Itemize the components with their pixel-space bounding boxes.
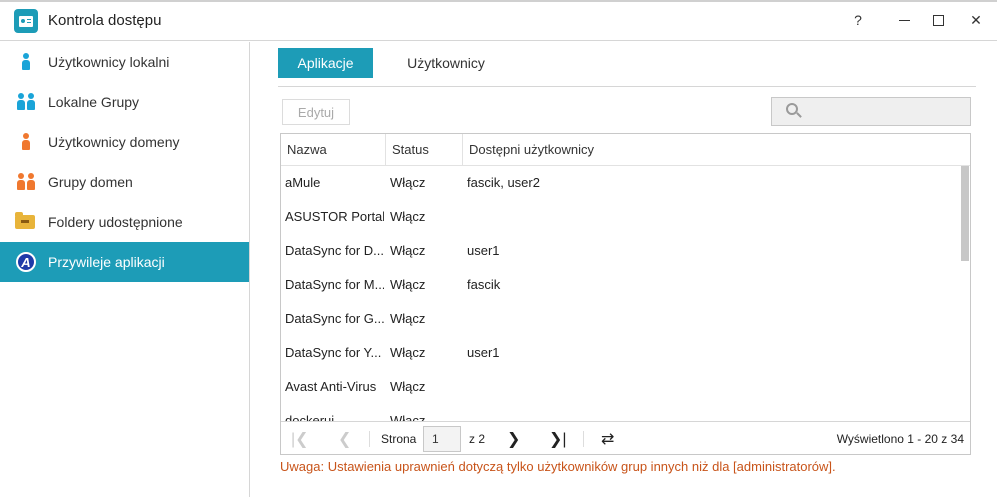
cell-users: user1 (467, 243, 500, 258)
minimize-icon (898, 19, 910, 21)
maximize-button[interactable] (923, 8, 953, 32)
cell-status: Włącz (390, 243, 426, 258)
sidebar-item-label: Przywileje aplikacji (48, 254, 165, 270)
sidebar-item-label: Grupy domen (48, 174, 133, 190)
title-bar: Kontrola dostępu ? ✕ (0, 0, 997, 41)
sidebar: Użytkownicy lokalni Lokalne Grupy Użytko… (0, 42, 250, 497)
pager-info: Wyświetlono 1 - 20 z 34 (836, 431, 964, 446)
table-row[interactable]: ASUSTOR Portal Włącz (281, 200, 956, 234)
local-user-icon (14, 51, 38, 73)
cell-users (467, 302, 947, 336)
previous-page-icon[interactable]: ❮ (338, 422, 351, 454)
sidebar-item-label: Lokalne Grupy (48, 94, 140, 110)
page-number-input[interactable]: 1 (423, 426, 461, 452)
page-total-label: z 2 (469, 431, 486, 446)
close-icon: ✕ (970, 11, 982, 28)
cell-users: user1 (467, 345, 500, 360)
close-button[interactable]: ✕ (961, 8, 991, 32)
first-page-icon[interactable]: |❮ (291, 422, 309, 454)
access-control-app-icon (14, 9, 38, 33)
cell-status: Włącz (390, 345, 426, 360)
cell-name: DataSync for D... (285, 243, 384, 258)
help-button[interactable]: ? (843, 8, 873, 32)
minimize-button[interactable] (889, 8, 919, 32)
pager-divider (369, 431, 370, 447)
sidebar-item-local-groups[interactable]: Lokalne Grupy (0, 82, 249, 122)
cell-name: DataSync for M... (285, 277, 384, 292)
domain-group-icon (14, 171, 38, 193)
table-row[interactable]: DataSync for M... Włącz fascik (281, 268, 956, 302)
cell-name: DataSync for G... (285, 311, 384, 326)
cell-name: DataSync for Y... (285, 345, 382, 360)
search-input[interactable] (771, 97, 971, 126)
column-header-name[interactable]: Nazwa (281, 134, 386, 166)
cell-users: fascik (467, 277, 501, 292)
sidebar-item-shared-folders[interactable]: Foldery udostępnione (0, 202, 249, 242)
shared-folder-icon (14, 211, 38, 233)
sidebar-item-label: Użytkownicy lokalni (48, 54, 170, 70)
table-row[interactable]: DataSync for Y... Włącz user1 (281, 336, 956, 370)
sidebar-item-label: Foldery udostępnione (48, 214, 183, 230)
permission-warning: Uwaga: Ustawienia uprawnień dotyczą tylk… (280, 459, 836, 474)
table-row[interactable]: aMule Włącz fascik, user2 (281, 166, 956, 200)
help-icon: ? (854, 12, 862, 28)
pager-divider (583, 431, 584, 447)
table-row[interactable]: DataSync for G... Włącz (281, 302, 956, 336)
sidebar-item-domain-groups[interactable]: Grupy domen (0, 162, 249, 202)
cell-users: fascik, user2 (467, 175, 540, 190)
column-header-status[interactable]: Status (386, 134, 463, 166)
window-title: Kontrola dostępu (48, 12, 162, 29)
cell-status: Włącz (390, 311, 426, 326)
domain-user-icon (14, 131, 38, 153)
table-header: Nazwa Status Dostępni użytkownicy (281, 134, 970, 166)
cell-status: Włącz (390, 379, 426, 394)
edit-button[interactable]: Edytuj (282, 99, 350, 125)
cell-users (467, 370, 947, 404)
pagination-bar: |❮ ❮ Strona 1 z 2 ❯ ❯| ⇄ Wyświetlono 1 -… (281, 421, 970, 454)
scrollbar-thumb[interactable] (961, 166, 969, 261)
refresh-icon[interactable]: ⇄ (601, 422, 614, 454)
sidebar-item-label: Użytkownicy domeny (48, 134, 180, 150)
next-page-icon[interactable]: ❯ (507, 422, 520, 454)
cell-name: ASUSTOR Portal (285, 209, 384, 224)
cell-status: Włącz (390, 277, 426, 292)
tab-divider (278, 86, 976, 87)
search-icon (786, 103, 802, 119)
cell-status: Włącz (390, 175, 426, 190)
tab-applications[interactable]: Aplikacje (278, 48, 373, 78)
sidebar-item-local-users[interactable]: Użytkownicy lokalni (0, 42, 249, 82)
table-scrollbar[interactable] (960, 166, 970, 421)
tab-users[interactable]: Użytkownicy (390, 48, 502, 78)
cell-name: Avast Anti-Virus (285, 379, 377, 394)
sidebar-item-app-privileges[interactable]: A Przywileje aplikacji (0, 242, 249, 282)
table-row[interactable]: DataSync for D... Włącz user1 (281, 234, 956, 268)
maximize-icon (932, 14, 944, 26)
last-page-icon[interactable]: ❯| (549, 422, 567, 454)
column-header-users[interactable]: Dostępni użytkownicy (463, 134, 970, 166)
cell-name: aMule (285, 175, 321, 190)
page-label: Strona (381, 431, 417, 446)
app-privilege-icon: A (14, 251, 38, 273)
applications-table: Nazwa Status Dostępni użytkownicy aMule … (280, 133, 971, 455)
sidebar-item-domain-users[interactable]: Użytkownicy domeny (0, 122, 249, 162)
cell-users (467, 200, 947, 234)
local-group-icon (14, 91, 38, 113)
cell-status: Włącz (390, 209, 426, 224)
table-row[interactable]: Avast Anti-Virus Włącz (281, 370, 956, 404)
